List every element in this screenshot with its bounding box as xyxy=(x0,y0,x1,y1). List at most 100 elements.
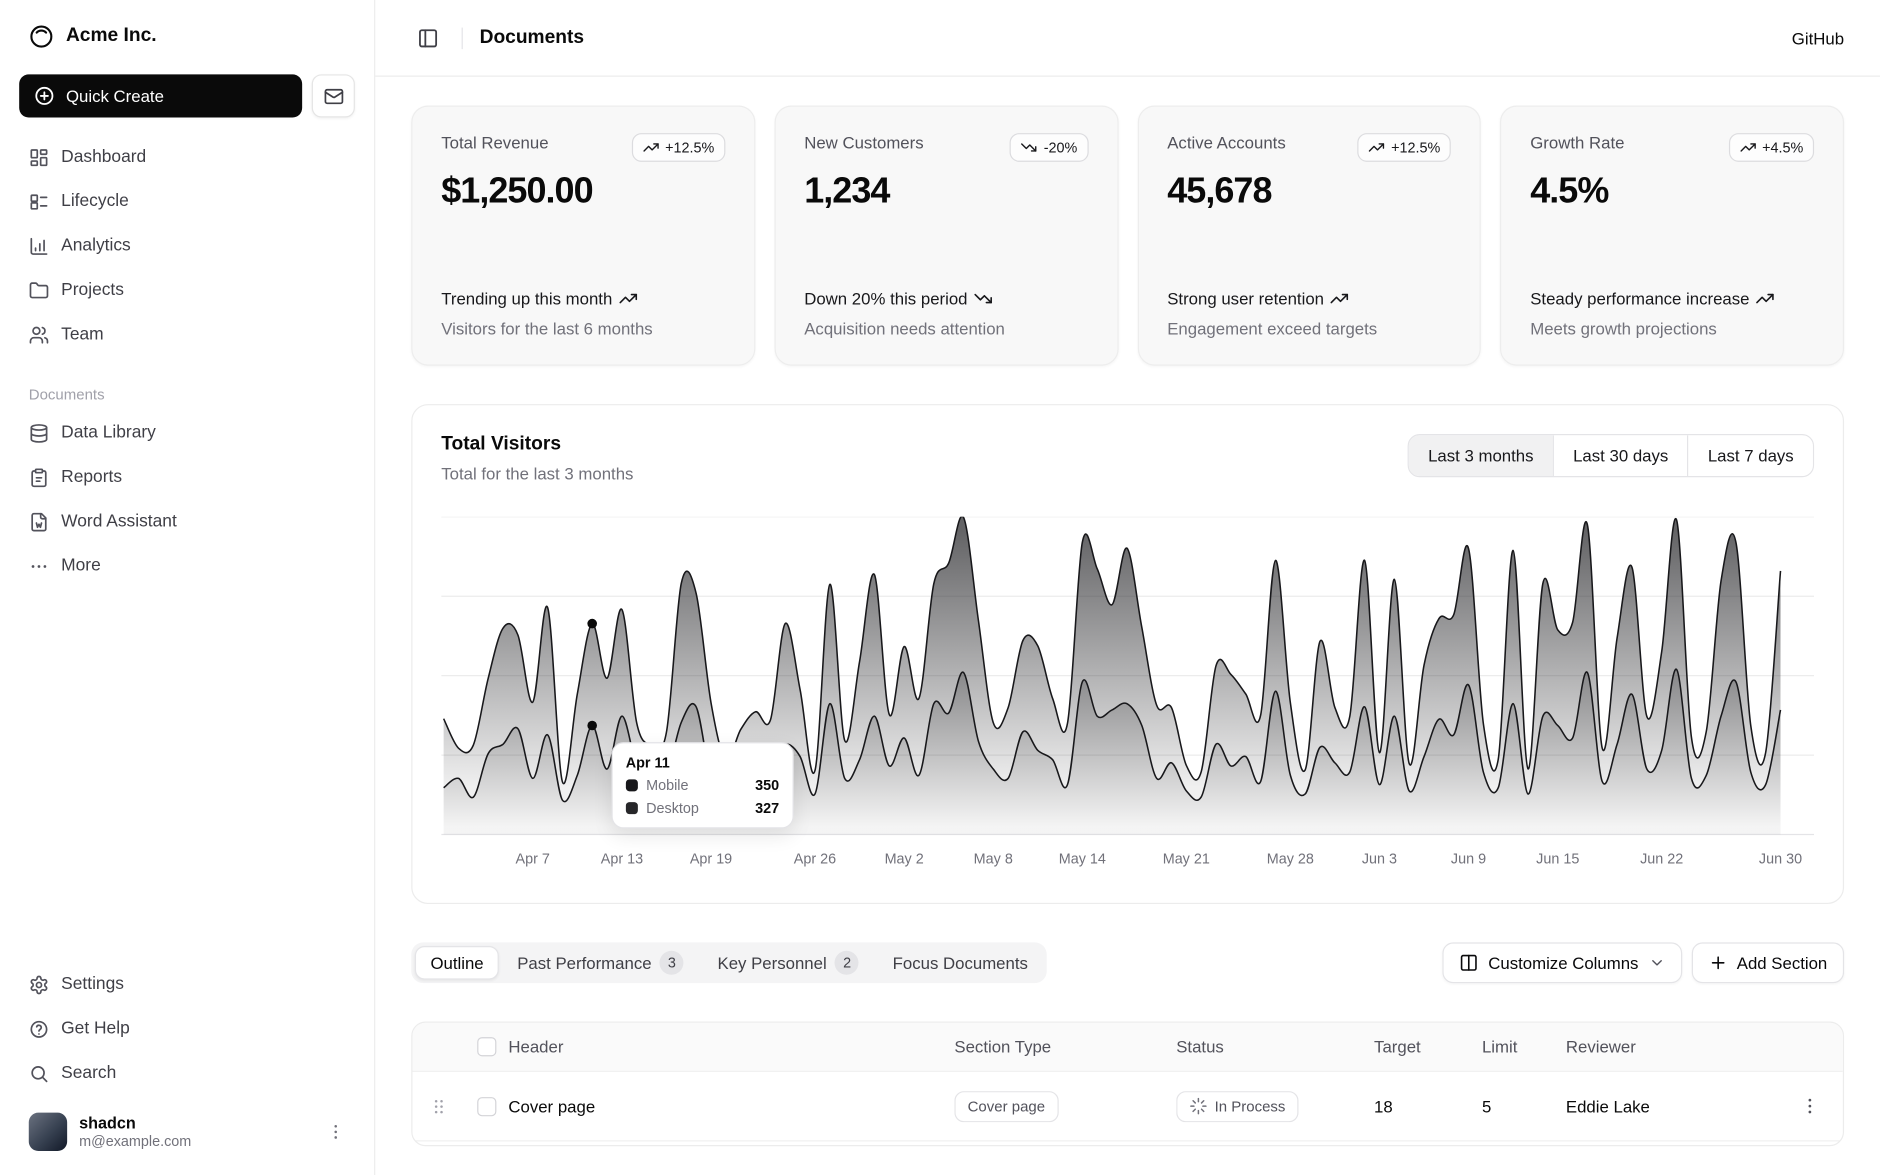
nav-label: Team xyxy=(61,325,104,344)
stat-card-footer-secondary: Visitors for the last 6 months xyxy=(441,319,725,338)
sidebar-item-word-assistant[interactable]: Word Assistant xyxy=(19,501,355,542)
trend-badge: +12.5% xyxy=(632,133,726,162)
stat-card-footer-primary: Steady performance increase xyxy=(1530,287,1814,312)
svg-text:Apr 13: Apr 13 xyxy=(601,851,643,867)
stat-card-value: 1,234 xyxy=(804,171,1088,212)
ellipsis-vertical-icon xyxy=(326,1122,345,1141)
svg-text:Jun 22: Jun 22 xyxy=(1640,851,1683,867)
grip-vertical-icon[interactable] xyxy=(428,1095,450,1117)
cell-limit: 5 xyxy=(1482,1096,1566,1115)
svg-text:Jun 3: Jun 3 xyxy=(1362,851,1397,867)
nav-label: Reports xyxy=(61,468,122,487)
visitors-chart[interactable]: Apr 7Apr 13Apr 19Apr 26May 2May 8May 14M… xyxy=(441,517,1814,880)
table-body: Cover page Cover page In Process 18 5 Ed… xyxy=(412,1071,1842,1147)
svg-text:May 21: May 21 xyxy=(1163,851,1210,867)
stat-card-title: Active Accounts xyxy=(1167,133,1285,152)
series-swatch xyxy=(626,802,638,814)
folder-icon xyxy=(29,280,49,300)
logo-icon xyxy=(29,23,54,48)
col-target: Target xyxy=(1374,1037,1482,1056)
range-last-30-days[interactable]: Last 30 days xyxy=(1553,435,1688,476)
stat-cards: Total Revenue +12.5% $1,250.00 Trending … xyxy=(411,106,1844,366)
github-link[interactable]: GitHub xyxy=(1792,28,1844,47)
quick-create-row: Quick Create xyxy=(19,74,355,117)
stat-card-footer-primary: Down 20% this period xyxy=(804,287,1088,312)
sidebar-item-projects[interactable]: Projects xyxy=(19,270,355,311)
sidebar-item-settings[interactable]: Settings xyxy=(19,964,355,1005)
mail-icon xyxy=(323,86,343,106)
sidebar-toggle-button[interactable] xyxy=(411,21,445,55)
svg-text:Apr 19: Apr 19 xyxy=(690,851,732,867)
add-section-button[interactable]: Add Section xyxy=(1691,942,1844,983)
inbox-button[interactable] xyxy=(312,74,355,117)
col-reviewer: Reviewer xyxy=(1566,1037,1776,1056)
tab-focus-documents[interactable]: Focus Documents xyxy=(877,946,1043,980)
report-icon xyxy=(29,467,49,487)
tab-count-badge: 3 xyxy=(660,951,684,975)
svg-text:Jun 30: Jun 30 xyxy=(1759,851,1802,867)
tab-label: Focus Documents xyxy=(893,953,1028,972)
sidebar-item-search[interactable]: Search xyxy=(19,1053,355,1094)
nav-label: Word Assistant xyxy=(61,512,177,531)
database-icon xyxy=(29,423,49,443)
table-header-row: HeaderSection TypeStatusTargetLimitRevie… xyxy=(412,1023,1842,1071)
svg-text:May 8: May 8 xyxy=(974,851,1013,867)
stat-card-active-accounts: Active Accounts +12.5% 45,678 Strong use… xyxy=(1137,106,1481,366)
sidebar-item-reports[interactable]: Reports xyxy=(19,457,355,498)
customize-columns-button[interactable]: Customize Columns xyxy=(1443,942,1682,983)
sidebar-item-get-help[interactable]: Get Help xyxy=(19,1008,355,1049)
search-icon xyxy=(29,1063,49,1083)
nav-label: Settings xyxy=(61,975,124,994)
sidebar-group-label: Documents xyxy=(19,386,355,403)
trend-up-icon xyxy=(1368,139,1385,156)
stat-card-footer-secondary: Acquisition needs attention xyxy=(804,319,1088,338)
plus-icon xyxy=(1708,953,1727,972)
sidebar-footer: Settings Get Help Search shadcn m@exampl… xyxy=(19,964,355,1158)
quick-create-label: Quick Create xyxy=(66,86,164,105)
range-last-7-days[interactable]: Last 7 days xyxy=(1687,435,1812,476)
tab-past-performance[interactable]: Past Performance 3 xyxy=(502,946,700,980)
sidebar-nav-main: Dashboard Lifecycle Analytics Projects T… xyxy=(19,137,355,355)
stat-card-value: 4.5% xyxy=(1530,171,1814,212)
analytics-icon xyxy=(29,236,49,256)
sidebar-item-lifecycle[interactable]: Lifecycle xyxy=(19,181,355,222)
svg-text:Apr 26: Apr 26 xyxy=(794,851,836,867)
user-email: m@example.com xyxy=(79,1133,191,1150)
stat-card-title: Growth Rate xyxy=(1530,133,1624,152)
sidebar-item-analytics[interactable]: Analytics xyxy=(19,225,355,266)
cell-reviewer: Eddie Lake xyxy=(1566,1096,1776,1115)
app-root: Acme Inc. Quick Create Dashboard Lifecyc… xyxy=(0,0,1880,1175)
tab-key-personnel[interactable]: Key Personnel 2 xyxy=(702,946,875,980)
row-checkbox[interactable] xyxy=(477,1096,496,1115)
status-badge: In Process xyxy=(1176,1090,1298,1121)
cell-header[interactable]: Cover page xyxy=(508,1096,954,1115)
sidebar-item-team[interactable]: Team xyxy=(19,314,355,355)
range-last-3-months[interactable]: Last 3 months xyxy=(1409,435,1553,476)
stat-card-title: Total Revenue xyxy=(441,133,548,152)
stat-card-footer-secondary: Meets growth projections xyxy=(1530,319,1814,338)
tab-outline[interactable]: Outline xyxy=(415,946,499,980)
trend-up-icon xyxy=(1330,289,1349,308)
nav-label: Projects xyxy=(61,281,124,300)
sidebar-item-dashboard[interactable]: Dashboard xyxy=(19,137,355,178)
stat-card-value: 45,678 xyxy=(1167,171,1451,212)
gear-icon xyxy=(29,974,49,994)
visitors-card: Total Visitors Total for the last 3 mont… xyxy=(411,404,1844,904)
trend-up-icon xyxy=(618,289,637,308)
range-toggle-group: Last 3 monthsLast 30 daysLast 7 days xyxy=(1408,434,1814,477)
col-limit: Limit xyxy=(1482,1037,1566,1056)
columns-icon xyxy=(1459,953,1478,972)
users-icon xyxy=(29,324,49,344)
quick-create-button[interactable]: Quick Create xyxy=(19,74,302,117)
sidebar-item-data-library[interactable]: Data Library xyxy=(19,412,355,453)
cell-target: 18 xyxy=(1374,1096,1482,1115)
trend-up-icon xyxy=(642,139,659,156)
svg-text:Apr 7: Apr 7 xyxy=(516,851,550,867)
sidebar-item-more[interactable]: More xyxy=(19,546,355,587)
tooltip-date: Apr 11 xyxy=(626,754,779,771)
page-content: Total Revenue +12.5% $1,250.00 Trending … xyxy=(375,77,1880,1175)
org-switcher[interactable]: Acme Inc. xyxy=(19,14,355,57)
select-all-checkbox[interactable] xyxy=(477,1037,496,1056)
row-actions-button[interactable] xyxy=(1793,1089,1827,1123)
user-menu[interactable]: shadcn m@example.com xyxy=(19,1105,355,1158)
